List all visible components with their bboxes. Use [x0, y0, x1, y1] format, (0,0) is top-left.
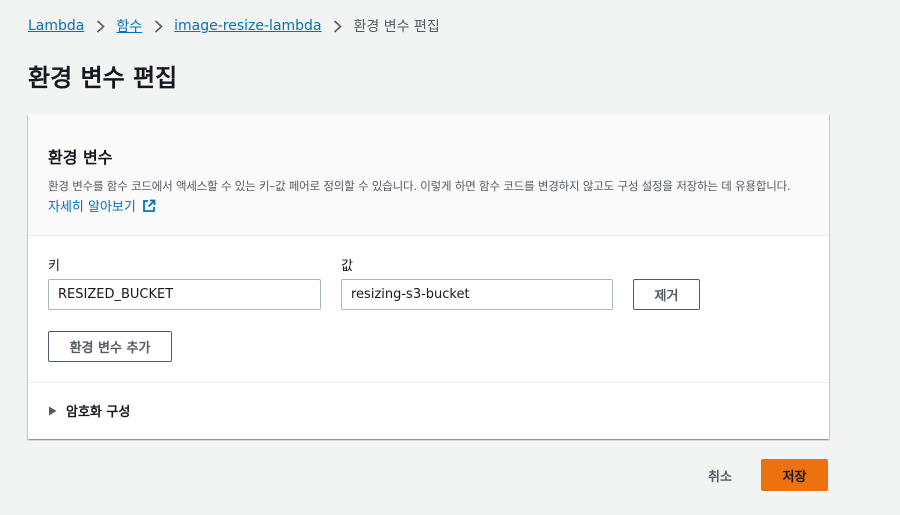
- encryption-config-label: 암호화 구성: [66, 405, 131, 420]
- chevron-right-icon: [84, 19, 116, 33]
- env-value-input[interactable]: [341, 279, 613, 310]
- page-title: 환경 변수 편집: [28, 64, 178, 92]
- learn-more-label: 자세히 알아보기: [48, 200, 136, 215]
- panel-header: 환경 변수 환경 변수를 함수 코드에서 액세스할 수 있는 키–값 페어로 정…: [28, 114, 829, 236]
- chevron-right-icon: [142, 19, 174, 33]
- remove-button[interactable]: 제거: [633, 279, 700, 310]
- learn-more-link[interactable]: 자세히 알아보기: [48, 196, 156, 215]
- save-button[interactable]: 저장: [761, 459, 828, 491]
- breadcrumb-functions[interactable]: 함수: [116, 16, 142, 36]
- breadcrumb-function-name[interactable]: image-resize-lambda: [174, 18, 321, 34]
- caret-right-icon: [49, 406, 57, 415]
- breadcrumb: Lambda 함수 image-resize-lambda 환경 변수 편집: [28, 16, 440, 36]
- panel-description: 환경 변수를 함수 코드에서 액세스할 수 있는 키–값 페어로 정의할 수 있…: [48, 179, 791, 193]
- breadcrumb-lambda[interactable]: Lambda: [28, 18, 84, 34]
- panel-title: 환경 변수: [48, 148, 113, 167]
- env-key-input[interactable]: [48, 279, 321, 310]
- chevron-right-icon: [322, 19, 354, 33]
- environment-variables-panel: 환경 변수 환경 변수를 함수 코드에서 액세스할 수 있는 키–값 페어로 정…: [28, 114, 829, 439]
- key-label: 키: [48, 259, 60, 274]
- value-label: 값: [341, 259, 353, 274]
- divider: [28, 382, 829, 383]
- breadcrumb-current: 환경 변수 편집: [353, 19, 440, 35]
- encryption-config-expander[interactable]: 암호화 구성: [48, 401, 130, 420]
- cancel-button[interactable]: 취소: [690, 460, 750, 491]
- external-link-icon: [142, 199, 156, 212]
- add-env-variable-button[interactable]: 환경 변수 추가: [48, 331, 172, 362]
